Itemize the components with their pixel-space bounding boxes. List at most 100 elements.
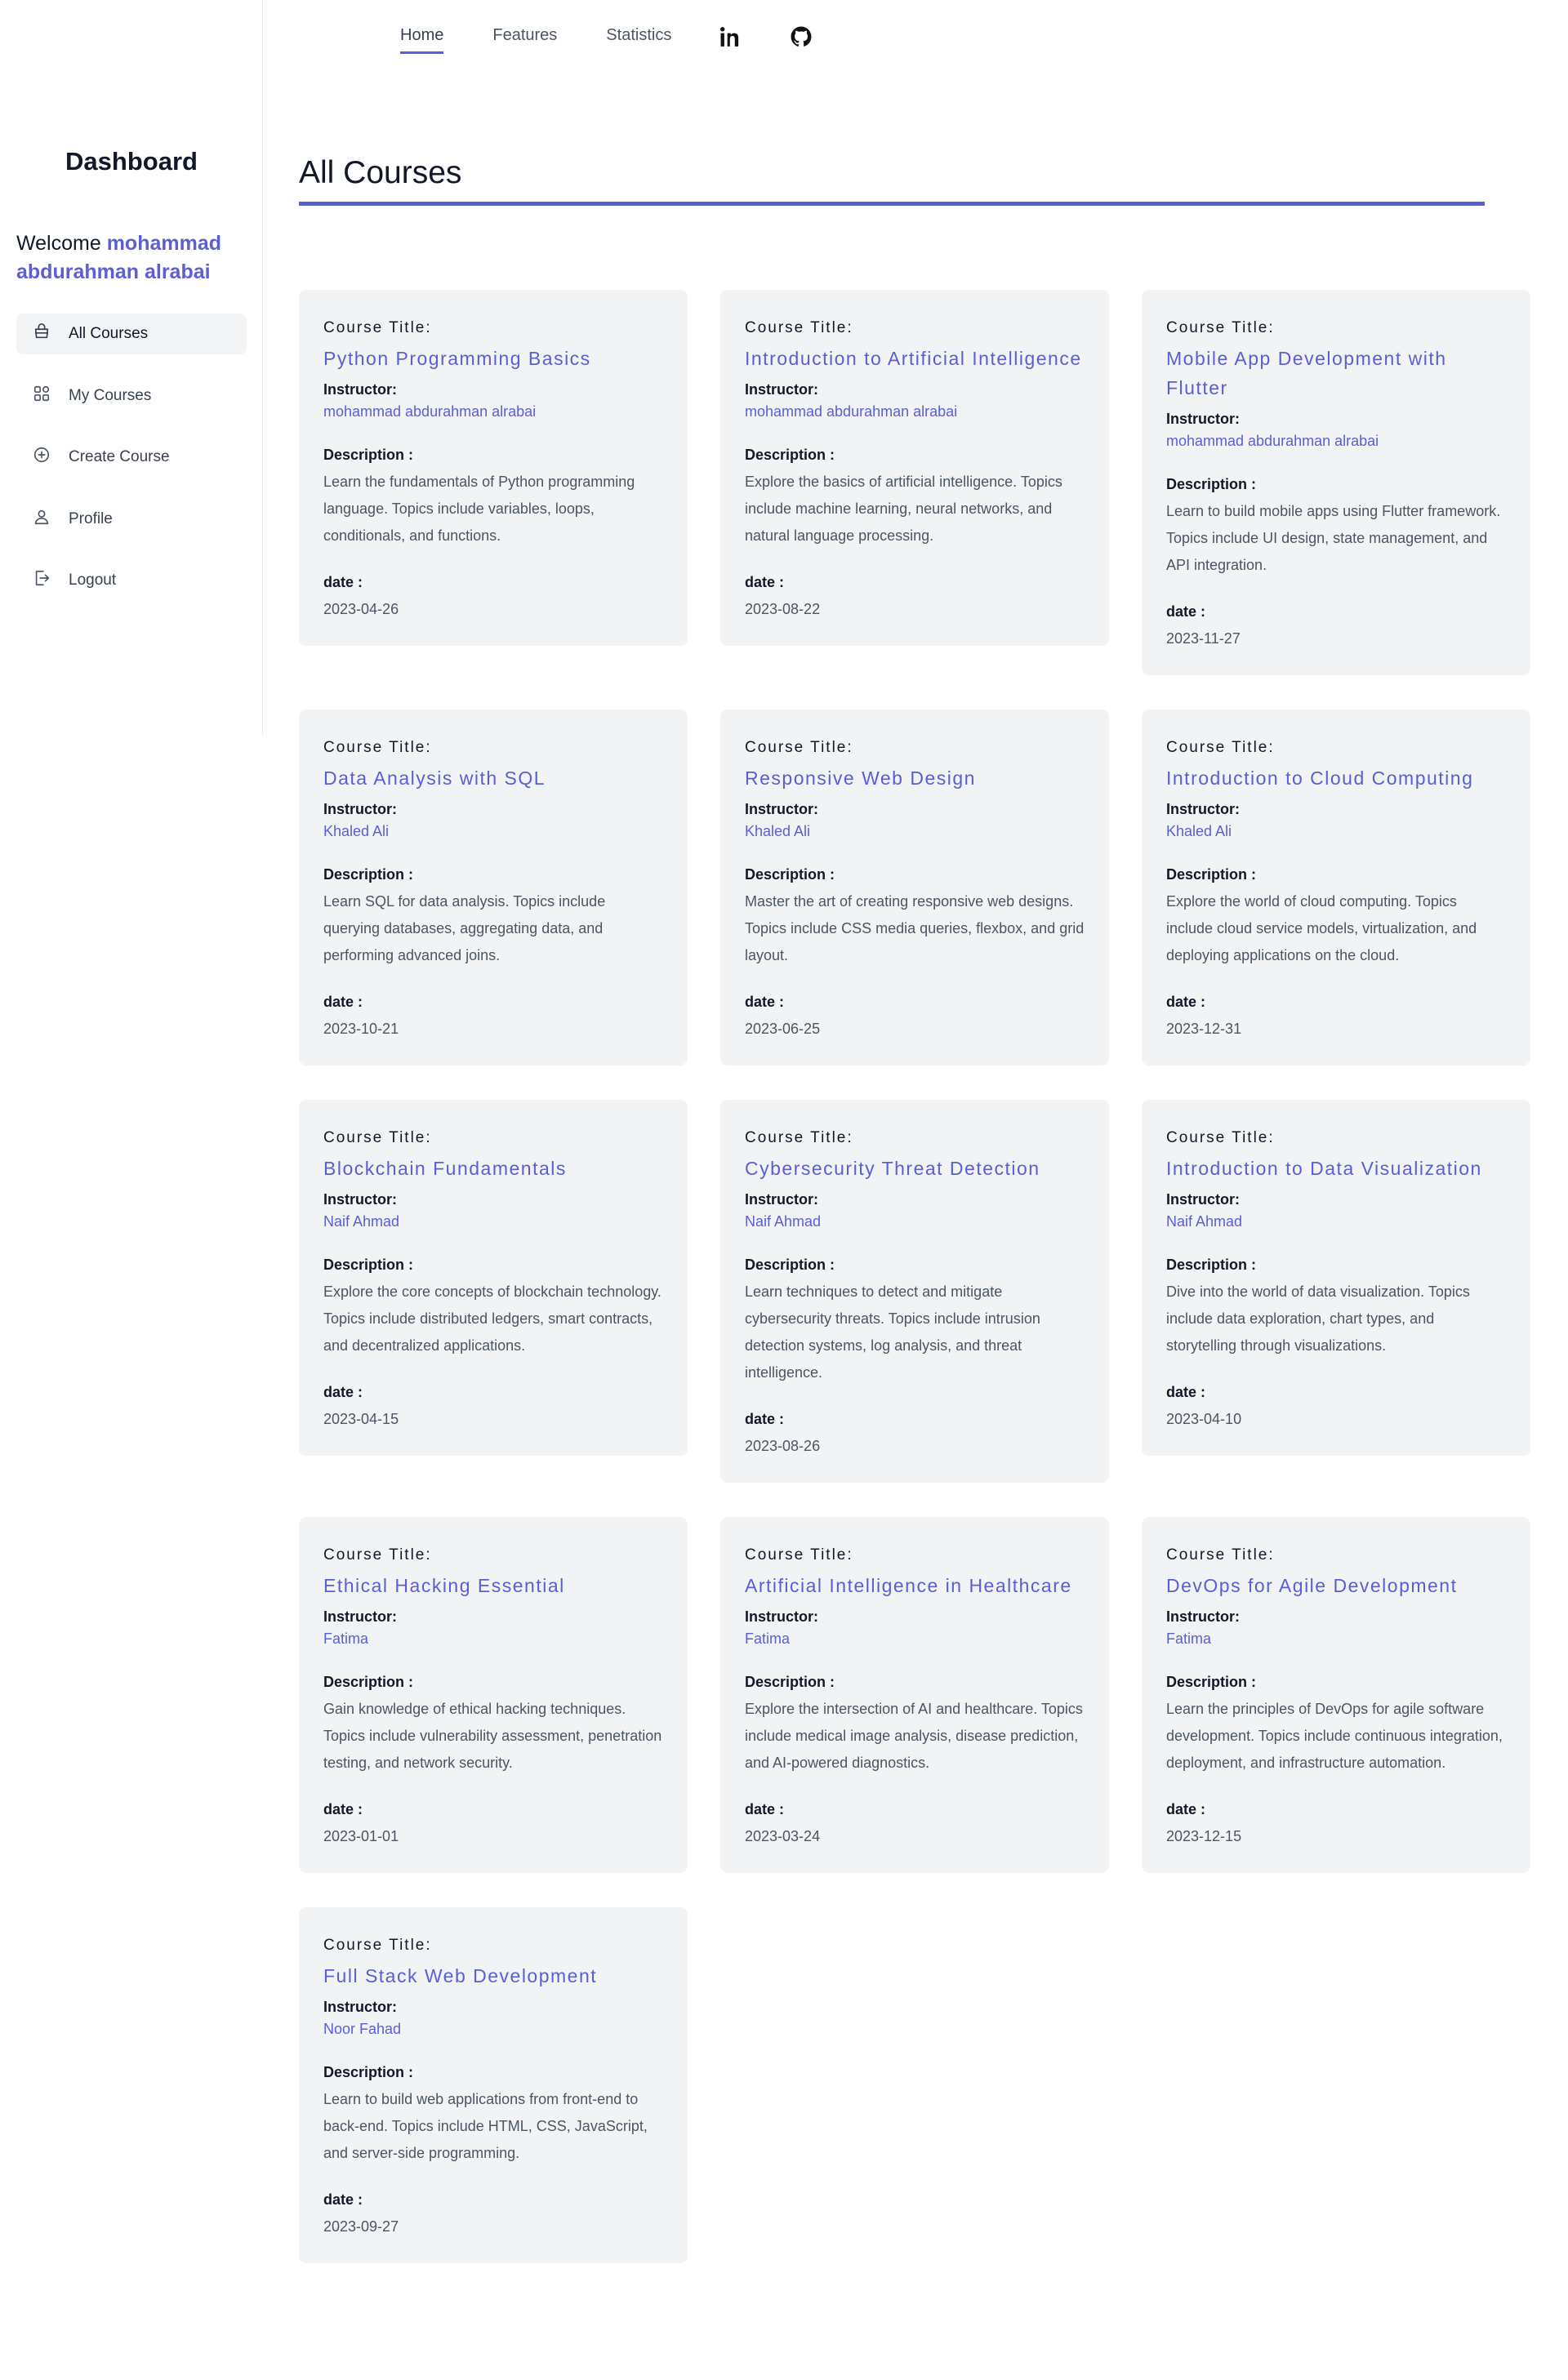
- sidebar: Dashboard Welcome mohammad abdurahman al…: [0, 0, 263, 735]
- instructor-name: Naif Ahmad: [323, 1213, 400, 1230]
- instructor-name: Fatima: [745, 1630, 791, 1647]
- course-title[interactable]: DevOps for Agile Development: [1166, 1571, 1506, 1600]
- course-title[interactable]: Introduction to Artificial Intelligence: [745, 344, 1085, 373]
- course-grid: Course Title: Python Programming Basics …: [299, 290, 1530, 2263]
- course-title[interactable]: Cybersecurity Threat Detection: [745, 1154, 1085, 1183]
- nav-features-link[interactable]: Features: [492, 26, 557, 54]
- instructor-name: mohammad abdurahman alrabai: [323, 403, 537, 420]
- description-label: Description :: [1166, 1257, 1257, 1273]
- course-title[interactable]: Data Analysis with SQL: [323, 763, 663, 793]
- course-date: 2023-04-10: [1166, 1411, 1242, 1427]
- course-title[interactable]: Python Programming Basics: [323, 344, 663, 373]
- sidebar-item-label: Profile: [69, 509, 113, 527]
- sidebar-item-logout[interactable]: Logout: [16, 560, 247, 601]
- description-label: Description :: [323, 1257, 414, 1273]
- user-icon: [33, 508, 51, 531]
- course-title[interactable]: Mobile App Development with Flutter: [1166, 344, 1506, 403]
- course-title[interactable]: Full Stack Web Development: [323, 1961, 663, 1991]
- description-label: Description :: [323, 866, 414, 883]
- instructor-name: Fatima: [323, 1630, 369, 1647]
- date-label: date :: [323, 574, 363, 590]
- plus-circle-icon: [33, 446, 51, 469]
- sidebar-title: Dashboard: [65, 147, 198, 176]
- course-card: Course Title: Mobile App Development wit…: [1142, 290, 1530, 675]
- date-label: date :: [1166, 1801, 1206, 1817]
- instructor-label: Instructor:: [1166, 411, 1240, 427]
- course-description: Learn SQL for data analysis. Topics incl…: [323, 893, 606, 963]
- course-title-label: Course Title:: [323, 739, 432, 756]
- instructor-label: Instructor:: [745, 381, 818, 398]
- welcome-message: Welcome mohammad abdurahman alrabai: [16, 229, 245, 287]
- instructor-name: Khaled Ali: [323, 823, 390, 839]
- sidebar-item-label: Create Course: [69, 448, 170, 465]
- course-description: Master the art of creating responsive we…: [745, 893, 1085, 963]
- instructor-label: Instructor:: [1166, 1191, 1240, 1208]
- description-label: Description :: [323, 2064, 414, 2080]
- instructor-name: mohammad abdurahman alrabai: [1166, 433, 1379, 449]
- instructor-label: Instructor:: [323, 1608, 397, 1625]
- course-description: Learn the fundamentals of Python program…: [323, 474, 635, 544]
- course-description: Explore the basics of artificial intelli…: [745, 474, 1062, 544]
- course-card: Course Title: Blockchain Fundamentals In…: [299, 1100, 688, 1456]
- date-label: date :: [1166, 994, 1206, 1010]
- github-icon[interactable]: [791, 26, 812, 47]
- course-card: Course Title: Introduction to Artificial…: [720, 290, 1109, 646]
- description-label: Description :: [745, 866, 835, 883]
- course-card: Course Title: Full Stack Web Development…: [299, 1907, 688, 2263]
- date-label: date :: [323, 1801, 363, 1817]
- course-title-label: Course Title:: [323, 319, 432, 336]
- course-card: Course Title: DevOps for Agile Developme…: [1142, 1517, 1530, 1873]
- sidebar-item-my-courses[interactable]: My Courses: [16, 376, 247, 416]
- instructor-label: Instructor:: [323, 801, 397, 817]
- date-label: date :: [745, 994, 785, 1010]
- instructor-name: Naif Ahmad: [745, 1213, 822, 1230]
- course-date: 2023-06-25: [745, 1021, 821, 1037]
- course-date: 2023-03-24: [745, 1828, 821, 1844]
- course-date: 2023-11-27: [1166, 630, 1241, 647]
- course-title[interactable]: Introduction to Cloud Computing: [1166, 763, 1506, 793]
- instructor-name: Noor Fahad: [323, 2021, 402, 2037]
- date-label: date :: [745, 1801, 785, 1817]
- instructor-name: Fatima: [1166, 1630, 1212, 1647]
- course-date: 2023-04-15: [323, 1411, 399, 1427]
- course-date: 2023-08-22: [745, 601, 821, 617]
- course-card: Course Title: Responsive Web Design Inst…: [720, 710, 1109, 1065]
- course-title[interactable]: Introduction to Data Visualization: [1166, 1154, 1506, 1183]
- bag-icon: [33, 323, 51, 345]
- instructor-label: Instructor:: [323, 1191, 397, 1208]
- course-title-label: Course Title:: [1166, 739, 1275, 756]
- sidebar-item-all-courses[interactable]: All Courses: [16, 314, 247, 354]
- course-description: Dive into the world of data visualizatio…: [1166, 1283, 1470, 1354]
- course-card: Course Title: Introduction to Data Visua…: [1142, 1100, 1530, 1456]
- course-description: Learn the principles of DevOps for agile…: [1166, 1701, 1503, 1771]
- course-description: Explore the world of cloud computing. To…: [1166, 893, 1477, 963]
- course-title[interactable]: Ethical Hacking Essential: [323, 1571, 663, 1600]
- instructor-name: Khaled Ali: [1166, 823, 1232, 839]
- top-nav: Home Features Statistics: [400, 0, 812, 73]
- welcome-prefix: Welcome: [16, 232, 101, 255]
- description-label: Description :: [323, 1674, 414, 1690]
- instructor-label: Instructor:: [745, 1608, 818, 1625]
- instructor-name: mohammad abdurahman alrabai: [745, 403, 958, 420]
- nav-home-link[interactable]: Home: [400, 26, 444, 54]
- instructor-name: Khaled Ali: [745, 823, 811, 839]
- course-title[interactable]: Artificial Intelligence in Healthcare: [745, 1571, 1085, 1600]
- date-label: date :: [323, 994, 363, 1010]
- course-date: 2023-12-15: [1166, 1828, 1242, 1844]
- instructor-label: Instructor:: [323, 1999, 397, 2015]
- linkedin-icon[interactable]: [720, 26, 742, 47]
- grid-icon: [33, 385, 51, 407]
- description-label: Description :: [745, 1257, 835, 1273]
- sidebar-item-profile[interactable]: Profile: [16, 499, 247, 540]
- course-description: Learn to build web applications from fro…: [323, 2091, 648, 2161]
- course-title-label: Course Title:: [1166, 319, 1275, 336]
- description-label: Description :: [745, 447, 835, 463]
- sidebar-item-create-course[interactable]: Create Course: [16, 437, 247, 478]
- course-title[interactable]: Blockchain Fundamentals: [323, 1154, 663, 1183]
- course-description: Explore the intersection of AI and healt…: [745, 1701, 1083, 1771]
- course-title[interactable]: Responsive Web Design: [745, 763, 1085, 793]
- course-date: 2023-04-26: [323, 601, 399, 617]
- course-card: Course Title: Ethical Hacking Essential …: [299, 1517, 688, 1873]
- nav-statistics-link[interactable]: Statistics: [606, 26, 671, 54]
- course-title-label: Course Title:: [745, 1546, 853, 1564]
